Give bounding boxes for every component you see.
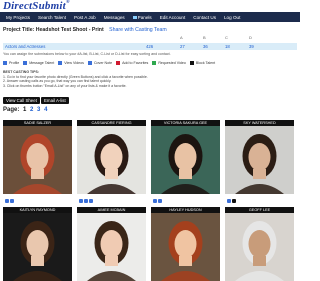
panels-icon: [132, 15, 137, 19]
page-2-link[interactable]: 2: [30, 107, 33, 113]
talent-card[interactable]: CASSANDRE FIERING: [77, 120, 146, 203]
video-icon[interactable]: [89, 199, 93, 203]
stats-row: Actors and Actresses 426 27 36 18 39: [3, 43, 297, 50]
message-icon[interactable]: [10, 199, 14, 203]
stat-a[interactable]: 27: [180, 44, 185, 49]
legend-label: Message Talent: [29, 61, 55, 65]
legend-label: Cover Note: [93, 61, 113, 65]
headshot-image: [235, 221, 284, 281]
legend-label: Block Talent: [195, 61, 216, 65]
project-label: Project Title:: [3, 27, 35, 33]
profile-icon[interactable]: [153, 199, 157, 203]
headshot-image: [87, 221, 136, 281]
heart-icon[interactable]: [232, 199, 236, 203]
tip-line: 1. Go in to find your favorite photo dir…: [3, 74, 148, 79]
icon-legend: Profile Message Talent View Videos Cover…: [3, 60, 215, 66]
talent-photo[interactable]: [77, 126, 146, 194]
list-c-icon[interactable]: C: [225, 35, 228, 40]
stat-c[interactable]: 18: [225, 44, 230, 49]
nav-my-projects[interactable]: My Projects: [6, 15, 30, 20]
header: DirectSubmit®: [0, 0, 300, 12]
tip-line: 2. Answer casting calls as you go, that …: [3, 79, 112, 83]
stats-header: A B C D: [3, 35, 297, 41]
talent-photo[interactable]: [3, 126, 72, 194]
talent-actions: [5, 199, 15, 203]
talent-card[interactable]: KAITLYN RAYMOND: [3, 207, 72, 281]
email-a-list-button[interactable]: Email A-list: [41, 97, 69, 104]
share-casting-team-link[interactable]: Share with Casting Team: [109, 27, 167, 33]
legend-label: Requested Video: [158, 61, 186, 65]
headshot-image: [13, 134, 62, 194]
nav-panels-label: Panels: [137, 14, 152, 20]
talent-card[interactable]: SADIE SALZER: [3, 120, 72, 203]
talent-photo[interactable]: [3, 213, 72, 281]
cover-note-icon: [87, 61, 92, 65]
assign-note: You can assign the submissions below to …: [3, 52, 171, 56]
tip-line: 3. Click on thumbs button "Email A-List"…: [3, 83, 127, 88]
legend-label: Profile: [9, 61, 20, 65]
profile-icon[interactable]: [79, 199, 83, 203]
talent-card[interactable]: GEOFF LEE: [225, 207, 294, 281]
talent-card[interactable]: VICTORIA SAKURA GEE: [151, 120, 220, 203]
message-icon[interactable]: [158, 199, 162, 203]
main-nav: My Projects Search Talent Post A Job Mes…: [0, 12, 300, 22]
list-b-icon[interactable]: B: [203, 35, 206, 40]
block-icon: [189, 61, 194, 65]
legend-label: View Videos: [64, 61, 84, 65]
talent-photo[interactable]: [151, 126, 220, 194]
list-d-icon[interactable]: D: [249, 35, 252, 40]
legend-label: Add to Favorites: [122, 61, 149, 65]
talent-card[interactable]: AIMEE MCBAIN: [77, 207, 146, 281]
message-icon[interactable]: [84, 199, 88, 203]
view-call-sheet-button[interactable]: View Call Sheet: [3, 97, 40, 104]
stat-b[interactable]: 36: [203, 44, 208, 49]
talent-actions: [79, 199, 94, 203]
profile-icon: [3, 61, 7, 65]
headshot-image: [161, 221, 210, 281]
page-label: Page:: [3, 107, 20, 113]
headshot-image: [235, 134, 284, 194]
stat-total[interactable]: 426: [146, 44, 153, 49]
talent-actions: [227, 199, 237, 203]
talent-photo[interactable]: [225, 213, 294, 281]
nav-log-out[interactable]: Log Out: [224, 15, 240, 20]
heart-icon: [116, 61, 121, 65]
page-1-link[interactable]: 1: [23, 107, 26, 113]
stats-label[interactable]: Actors and Actresses: [5, 44, 45, 49]
talent-actions: [153, 199, 163, 203]
project-name: Headshot Test Shoot - Print: [35, 27, 104, 33]
video-icon: [58, 61, 63, 65]
casting-tips: BEST CASTING TIPS: 1. Go in to find your…: [3, 70, 148, 88]
profile-icon[interactable]: [227, 199, 231, 203]
nav-search-talent[interactable]: Search Talent: [38, 15, 66, 20]
talent-photo[interactable]: [151, 213, 220, 281]
headshot-image: [13, 221, 62, 281]
page-4-link[interactable]: 4: [44, 107, 47, 113]
nav-contact-us[interactable]: Contact Us: [193, 15, 216, 20]
nav-edit-account[interactable]: Edit Account: [160, 15, 186, 20]
talent-card[interactable]: SKY WATERSHED: [225, 120, 294, 203]
message-icon: [23, 61, 28, 65]
stat-d[interactable]: 39: [249, 44, 254, 49]
nav-messages[interactable]: Messages: [104, 15, 125, 20]
project-title: Project Title: Headshot Test Shoot - Pri…: [3, 27, 167, 33]
headshot-image: [161, 134, 210, 194]
nav-post-a-job[interactable]: Post A Job: [74, 15, 96, 20]
talent-card[interactable]: HAYLEY HUDSON: [151, 207, 220, 281]
requested-video-icon: [152, 61, 157, 65]
headshot-image: [87, 134, 136, 194]
brand-logo[interactable]: DirectSubmit®: [3, 0, 70, 12]
profile-icon[interactable]: [5, 199, 9, 203]
nav-panels[interactable]: Panels: [132, 14, 152, 20]
talent-photo[interactable]: [77, 213, 146, 281]
pagination: Page: 1 2 3 4: [3, 107, 47, 113]
talent-photo[interactable]: [225, 126, 294, 194]
list-a-icon[interactable]: A: [180, 35, 183, 40]
page-3-link[interactable]: 3: [37, 107, 40, 113]
